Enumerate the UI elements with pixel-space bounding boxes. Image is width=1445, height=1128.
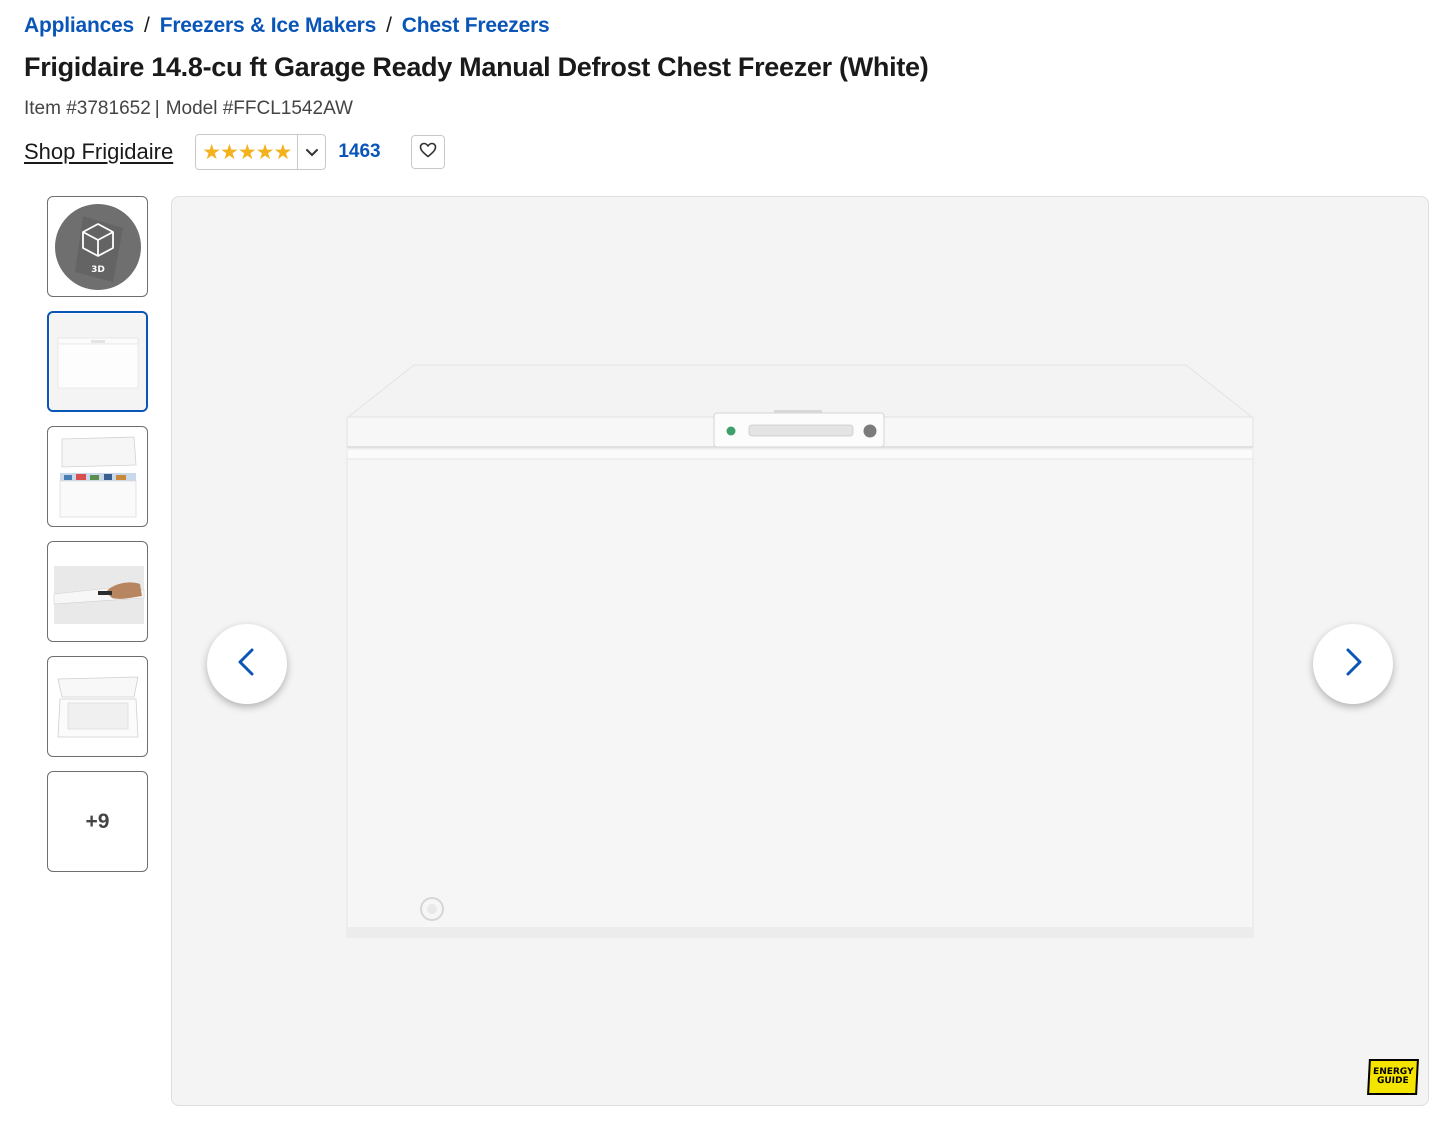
chevron-right-icon — [1341, 647, 1365, 682]
favorite-button[interactable] — [410, 135, 445, 169]
breadcrumb-separator: / — [144, 14, 150, 37]
freezer-handle-thumbnail — [49, 543, 146, 640]
more-images-count: +9 — [85, 809, 110, 833]
shop-brand-link[interactable]: Shop Frigidaire — [24, 139, 173, 165]
main-product-image — [346, 364, 1254, 938]
breadcrumb-chest-freezers[interactable]: Chest Freezers — [402, 14, 550, 38]
energy-guide-line2: GUIDE — [1376, 1076, 1409, 1086]
freezer-open-empty-thumbnail — [49, 658, 146, 755]
item-model-divider: | — [154, 98, 160, 119]
breadcrumb-appliances[interactable]: Appliances — [24, 14, 134, 38]
next-image-button[interactable] — [1313, 624, 1393, 704]
chevron-left-icon — [235, 647, 259, 682]
thumbnail-3d-view[interactable]: 3D — [47, 196, 148, 297]
heart-icon — [419, 142, 437, 163]
thumbnail-more[interactable]: +9 — [47, 771, 148, 872]
review-count-link[interactable]: 1463 — [338, 141, 380, 163]
chevron-down-icon[interactable] — [297, 135, 325, 169]
thumbnail-open-filled-view[interactable] — [47, 426, 148, 527]
model-number: Model #FFCL1542AW — [165, 98, 353, 119]
item-number: Item #3781652 — [24, 98, 151, 119]
cube-3d-icon: 3D — [54, 203, 141, 290]
breadcrumb: Appliances / Freezers & Ice Makers / Che… — [24, 10, 550, 42]
rating-summary-button[interactable]: ★★★★★ — [195, 134, 327, 170]
previous-image-button[interactable] — [207, 624, 287, 704]
freezer-front-thumbnail — [49, 313, 146, 410]
star-rating: ★★★★★ — [202, 140, 292, 164]
thumbnail-handle-lock-view[interactable] — [47, 541, 148, 642]
page-title: Frigidaire 14.8-cu ft Garage Ready Manua… — [24, 52, 929, 82]
energy-guide-badge[interactable]: ENERGY GUIDE — [1367, 1059, 1419, 1095]
breadcrumb-separator: / — [386, 14, 392, 37]
main-image-viewer[interactable]: ENERGY GUIDE — [171, 196, 1429, 1106]
thumbnail-3d-label: 3D — [91, 265, 105, 275]
freezer-open-filled-thumbnail — [49, 428, 146, 525]
thumbnail-open-empty-view[interactable] — [47, 656, 148, 757]
thumbnail-front-view[interactable] — [47, 311, 148, 412]
breadcrumb-freezers-ice-makers[interactable]: Freezers & Ice Makers — [160, 14, 377, 38]
brand-rating-row: Shop Frigidaire ★★★★★ 1463 — [24, 133, 445, 171]
item-model-row: Item #3781652 | Model #FFCL1542AW — [24, 98, 353, 120]
